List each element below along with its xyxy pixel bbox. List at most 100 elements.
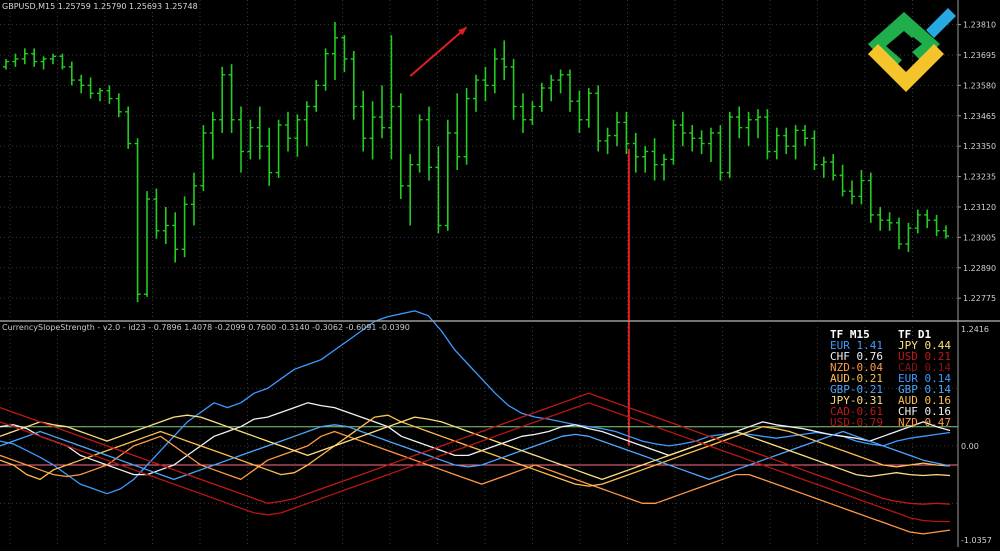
axis-tick-label: 1.23235 — [963, 173, 996, 182]
annotations — [409, 26, 630, 446]
price-bar — [87, 77, 94, 99]
axis-tick-label: -1.0357 — [961, 536, 992, 545]
price-bar — [820, 156, 827, 178]
price-bar — [332, 21, 338, 81]
price-bar — [877, 206, 884, 231]
series-line-nzd — [0, 430, 951, 535]
price-bar — [97, 88, 103, 102]
price-bar — [839, 164, 846, 197]
axis-tick-label: 1.23695 — [963, 51, 996, 60]
price-bar — [416, 114, 423, 173]
price-bar — [463, 88, 470, 165]
price-bar — [388, 35, 395, 160]
indicator-title: CurrencySlopeStrength - v2.0 - id23 - 0.… — [2, 323, 410, 332]
chart-window: 1.23810 1.23695 1.23580 1.23465 1.23350 1.232… — [0, 0, 1000, 547]
price-bar — [12, 53, 19, 67]
price-bar — [905, 222, 912, 252]
price-bar — [162, 206, 169, 244]
price-bar — [285, 111, 291, 152]
price-bar — [510, 58, 517, 120]
trend-arrow — [409, 26, 468, 77]
price-bar — [59, 53, 66, 70]
strength-table: TF M15 TF D1 EUR 1.41 JPY 0.44 CHF 0.76 USD 0… — [830, 329, 960, 428]
price-bar — [134, 138, 141, 303]
chart-canvas: 1.23810 1.23695 1.23580 1.23465 1.23350 1.232… — [0, 0, 1000, 547]
price-bar — [783, 127, 790, 155]
axis-tick-label: 1.2416 — [961, 325, 989, 334]
axis-tick-label: 1.23465 — [963, 112, 996, 121]
price-bar — [303, 101, 310, 147]
price-bar — [849, 180, 855, 205]
price-bar — [576, 90, 583, 133]
price-bar — [567, 69, 573, 112]
price-bar — [726, 111, 733, 178]
price-bar — [397, 93, 404, 200]
price-bar — [78, 74, 85, 94]
axis-tick-label: 0.00 — [961, 442, 979, 451]
indicator-axis: 1.2416 0.00 -1.0357 — [961, 325, 992, 545]
price-bar — [473, 74, 479, 112]
broker-logo-icon — [862, 4, 962, 100]
price-bar — [106, 85, 113, 104]
price-bar — [21, 48, 28, 65]
price-bar — [3, 58, 9, 70]
price-bar — [209, 111, 216, 160]
axis-tick-label: 1.23120 — [963, 203, 996, 212]
logo-yellow-piece — [868, 44, 944, 92]
axis-tick-label: 1.23005 — [963, 233, 996, 242]
logo-blue-piece — [926, 8, 956, 38]
price-bar — [943, 225, 949, 239]
price-bar — [200, 125, 207, 192]
price-bar — [858, 169, 865, 205]
main-title: GBPUSD,M15 1.25759 1.25790 1.25693 1.257… — [2, 2, 198, 11]
price-bar — [115, 93, 122, 118]
price-bar — [670, 119, 677, 165]
price-bar — [350, 51, 357, 120]
price-bar — [444, 119, 451, 231]
axis-tick-label: 1.23810 — [963, 21, 996, 30]
series-line-aud — [0, 414, 951, 487]
m15-strength: USD-0.79 — [830, 416, 883, 429]
price-bar — [482, 66, 489, 102]
price-bar — [238, 106, 244, 173]
price-bar — [520, 93, 526, 133]
price-bar — [773, 127, 780, 160]
price-bar — [313, 80, 320, 112]
price-bar — [529, 101, 536, 126]
price-bar — [661, 154, 667, 181]
price-bar — [191, 172, 197, 226]
price-bar — [689, 125, 696, 152]
price-bar — [426, 106, 432, 181]
price-bar — [50, 53, 56, 65]
price-bar — [745, 111, 752, 147]
price-bar — [830, 154, 837, 181]
price-bar — [40, 56, 47, 70]
price-bar — [632, 132, 639, 173]
axis-tick-label: 1.23350 — [963, 142, 996, 151]
price-bar — [247, 119, 254, 160]
price-bar — [698, 130, 705, 155]
price-bar — [792, 125, 799, 160]
price-bar — [68, 61, 75, 86]
price-bar — [538, 82, 545, 112]
price-bar — [708, 127, 714, 163]
price-bar — [435, 146, 442, 234]
price-bars — [3, 21, 949, 303]
price-bar — [360, 90, 367, 152]
price-bar — [811, 130, 818, 170]
price-bar — [153, 188, 160, 239]
price-bar — [369, 101, 376, 160]
price-bar — [275, 119, 282, 178]
price-bar — [924, 209, 931, 229]
price-bar — [896, 217, 902, 250]
price-bar — [125, 106, 132, 149]
price-bar — [802, 125, 808, 147]
price-bar — [604, 127, 611, 155]
price-bar — [886, 212, 893, 231]
table-row: USD-0.79 NZD 0.47 — [830, 417, 960, 428]
series-line-chf — [0, 402, 951, 476]
price-bar — [256, 106, 263, 160]
price-bar — [31, 48, 38, 67]
series-line-usd — [0, 402, 950, 523]
price-bar — [755, 109, 761, 139]
